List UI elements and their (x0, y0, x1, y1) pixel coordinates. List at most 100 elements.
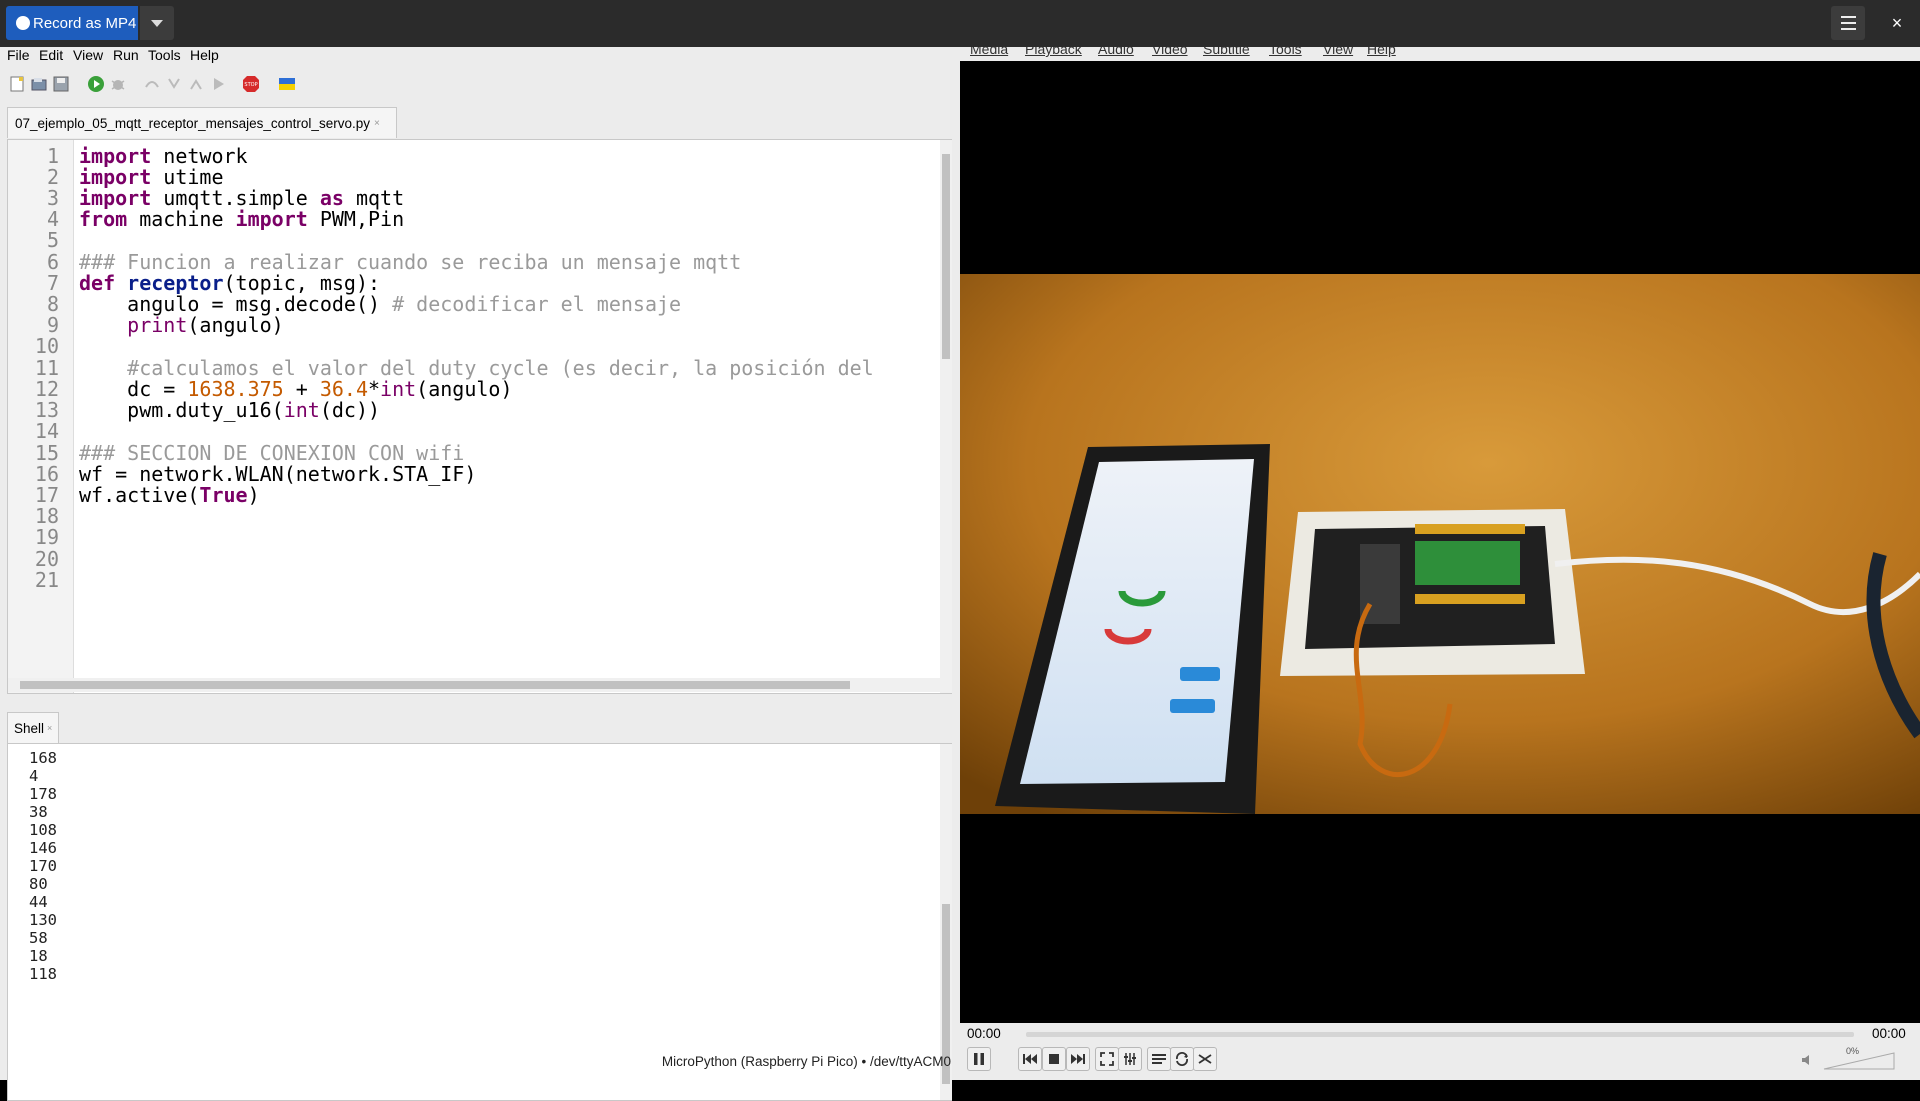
shell-output-line: 44 (29, 893, 48, 911)
code-keyword: import (235, 207, 308, 231)
code-keyword: from (79, 207, 128, 231)
menu-help[interactable]: Help (190, 47, 219, 63)
editor-vertical-scrollbar[interactable] (940, 140, 952, 693)
extended-settings-button[interactable] (1118, 1047, 1142, 1071)
thonny-window: File Edit View Run Tools Help STOP 07_ej… (0, 47, 960, 1101)
interpreter-status[interactable]: MicroPython (Raspberry Pi Pico) • /dev/t… (662, 1054, 951, 1069)
pause-button[interactable] (967, 1047, 991, 1071)
code-text: machine (127, 207, 236, 231)
shell-output-line: 18 (29, 947, 48, 965)
vlc-menu-video[interactable]: Video (1152, 47, 1188, 57)
editor-tab[interactable]: 07_ejemplo_05_mqtt_receptor_mensajes_con… (7, 107, 397, 138)
fullscreen-button[interactable] (1095, 1047, 1119, 1071)
code-line: pwm.duty_u16(int(dc)) (79, 398, 380, 422)
close-button[interactable]: × (1880, 6, 1914, 40)
seek-bar[interactable] (1026, 1032, 1854, 1037)
vlc-menu-help[interactable]: Help (1367, 47, 1396, 57)
vlc-menubar: Media Playback Audio Video Subtitle Tool… (960, 47, 1920, 61)
shell-tab[interactable]: Shell × (7, 712, 59, 743)
shuffle-icon (1198, 1054, 1212, 1064)
code-text: (dc)) (319, 398, 381, 422)
line-number: 10 (34, 334, 59, 358)
step-into-icon[interactable] (165, 75, 183, 93)
shell-output-line: 170 (29, 857, 57, 875)
menu-file[interactable]: File (7, 47, 30, 63)
video-frame[interactable] (960, 274, 1920, 814)
tab-close-icon[interactable]: × (374, 118, 380, 129)
shell-console[interactable]: 168 4 178 38 108 146 170 80 44 130 58 18… (7, 743, 952, 1101)
code-builtin: int (380, 377, 417, 401)
code-text: wf.active( (79, 483, 200, 507)
next-button[interactable] (1066, 1047, 1090, 1071)
line-number: 14 (34, 419, 59, 443)
line-number-gutter: 1 2 3 4 5 6 7 8 9 10 11 12 13 14 15 16 1… (8, 140, 74, 693)
shell-output-line: 146 (29, 839, 57, 857)
step-over-icon[interactable] (143, 75, 161, 93)
speaker-icon[interactable] (1802, 1055, 1812, 1065)
shell-output-line: 178 (29, 785, 57, 803)
volume-slider[interactable] (1822, 1051, 1897, 1071)
shell-output-line: 118 (29, 965, 57, 983)
fullscreen-icon (1100, 1052, 1114, 1066)
hamburger-menu-button[interactable] (1831, 6, 1865, 40)
open-file-icon[interactable] (30, 75, 48, 93)
code-text-area[interactable]: import network import utime import umqtt… (79, 140, 939, 693)
shell-vertical-scrollbar[interactable] (940, 744, 952, 1100)
ukraine-flag-icon[interactable] (278, 75, 296, 93)
loop-button[interactable] (1170, 1047, 1194, 1071)
record-mp4-button[interactable]: Record as MP4 (6, 6, 138, 40)
save-file-icon[interactable] (52, 75, 70, 93)
stop-button[interactable] (1042, 1047, 1066, 1071)
thonny-menubar: File Edit View Run Tools Help (0, 47, 960, 65)
code-line: from machine import PWM,Pin (79, 207, 404, 231)
code-text: PWM,Pin (307, 207, 405, 231)
playlist-icon (1152, 1054, 1166, 1064)
raspberry-pi-pico-board (1280, 509, 1585, 676)
shell-tab-close-icon[interactable]: × (47, 723, 52, 733)
debug-icon[interactable] (109, 75, 127, 93)
code-builtin: int (283, 398, 320, 422)
chevron-down-icon (151, 19, 163, 27)
scrollbar-thumb[interactable] (20, 681, 850, 689)
previous-icon (1023, 1054, 1037, 1064)
shell-output-line: 58 (29, 929, 48, 947)
code-line: print(angulo) (79, 313, 284, 337)
record-dot-icon (16, 16, 30, 30)
scrollbar-thumb[interactable] (942, 154, 950, 359)
line-number: 19 (34, 525, 59, 549)
record-format-dropdown[interactable] (140, 6, 174, 40)
next-icon (1071, 1054, 1085, 1064)
recorder-bar: Record as MP4 × (0, 0, 1920, 47)
vlc-menu-subtitle[interactable]: Subtitle (1203, 47, 1250, 57)
shell-output-line: 80 (29, 875, 48, 893)
playlist-button[interactable] (1147, 1047, 1171, 1071)
editor-horizontal-scrollbar[interactable] (8, 678, 940, 692)
menu-run[interactable]: Run (113, 47, 139, 63)
code-text: ) (247, 483, 260, 507)
shell-output-line: 168 (29, 749, 57, 767)
stop-icon[interactable]: STOP (242, 75, 260, 93)
vlc-menu-view[interactable]: View (1323, 47, 1353, 57)
run-icon[interactable] (87, 75, 105, 93)
record-label: Record as MP4 (33, 14, 137, 32)
resume-icon[interactable] (209, 75, 227, 93)
step-out-icon[interactable] (187, 75, 205, 93)
thonny-toolbar: STOP (0, 72, 960, 98)
time-total: 00:00 (1872, 1026, 1906, 1041)
code-editor[interactable]: 1 2 3 4 5 6 7 8 9 10 11 12 13 14 15 16 1… (7, 139, 952, 694)
vlc-menu-playback[interactable]: Playback (1025, 47, 1082, 57)
new-file-icon[interactable] (8, 75, 26, 93)
vlc-menu-media[interactable]: Media (970, 47, 1008, 57)
time-elapsed: 00:00 (967, 1026, 1001, 1041)
shuffle-button[interactable] (1193, 1047, 1217, 1071)
vlc-menu-audio[interactable]: Audio (1098, 47, 1134, 57)
vlc-window: Media Playback Audio Video Subtitle Tool… (960, 47, 1920, 1080)
previous-button[interactable] (1018, 1047, 1042, 1071)
menu-edit[interactable]: Edit (39, 47, 63, 63)
equalizer-icon (1124, 1053, 1136, 1065)
menu-tools[interactable]: Tools (148, 47, 181, 63)
code-text: pwm.duty_u16( (79, 398, 284, 422)
vlc-menu-tools[interactable]: Tools (1269, 47, 1302, 57)
menu-view[interactable]: View (73, 47, 103, 63)
